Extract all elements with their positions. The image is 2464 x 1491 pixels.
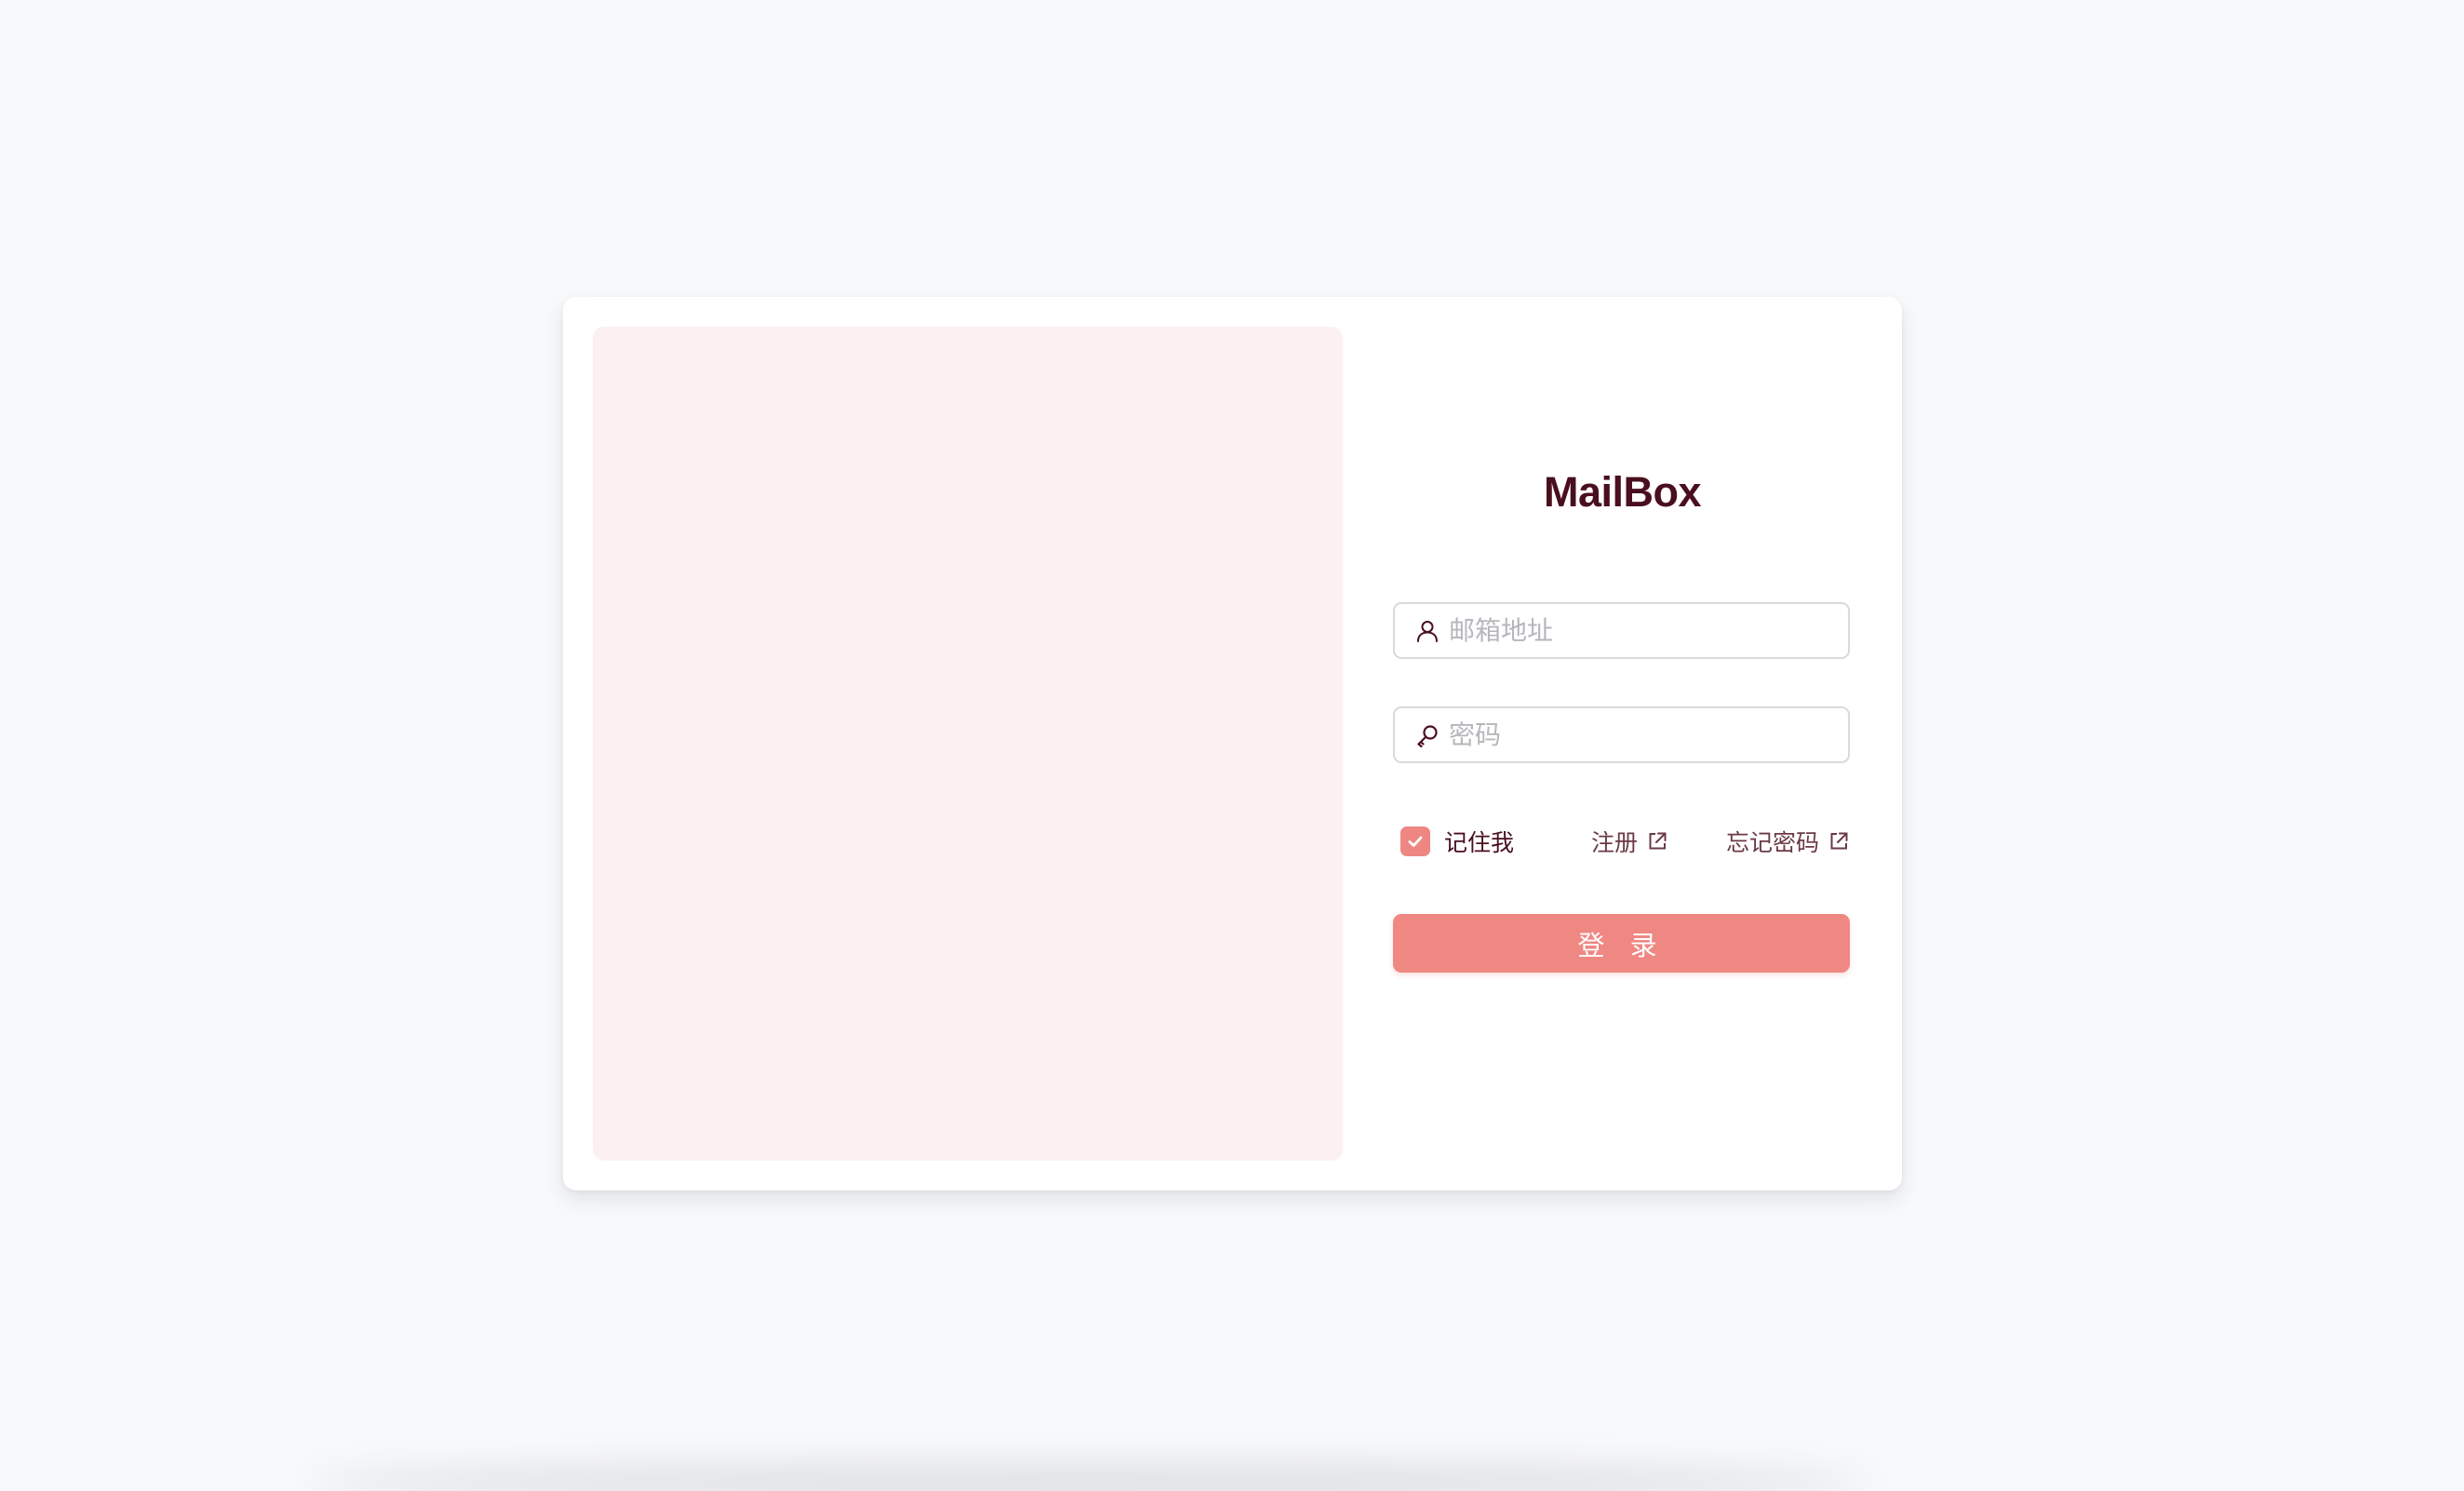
hero-panel bbox=[593, 327, 1343, 1161]
login-page: MailBox 邮箱地址 记住我 注册 忘记密码 登 录 bbox=[0, 0, 2464, 1491]
password-input[interactable] bbox=[1449, 719, 1821, 750]
login-form: MailBox 邮箱地址 记住我 注册 忘记密码 登 录 bbox=[1393, 297, 1902, 1190]
password-field[interactable] bbox=[1393, 706, 1850, 763]
user-icon bbox=[1415, 619, 1440, 643]
forgot-password-link[interactable]: 忘记密码 bbox=[1726, 825, 1850, 858]
external-link-icon bbox=[1828, 830, 1850, 853]
register-label: 注册 bbox=[1591, 829, 1639, 856]
remember-me-label: 记住我 bbox=[1444, 829, 1515, 856]
register-link[interactable]: 注册 bbox=[1591, 825, 1668, 858]
brand-title: MailBox bbox=[1543, 468, 1702, 516]
bottom-shadow bbox=[307, 1463, 1870, 1491]
login-card: MailBox 邮箱地址 记住我 注册 忘记密码 登 录 bbox=[563, 297, 1902, 1190]
key-icon bbox=[1415, 723, 1440, 747]
remember-me-checkbox[interactable]: 记住我 bbox=[1400, 825, 1514, 858]
login-button[interactable]: 登 录 bbox=[1393, 914, 1850, 973]
external-link-icon bbox=[1646, 830, 1668, 853]
email-input[interactable] bbox=[1449, 615, 1821, 646]
check-icon[interactable] bbox=[1400, 826, 1430, 856]
forgot-password-label: 忘记密码 bbox=[1726, 829, 1820, 856]
email-field[interactable] bbox=[1393, 602, 1850, 659]
form-options: 记住我 注册 忘记密码 bbox=[1393, 824, 1850, 857]
